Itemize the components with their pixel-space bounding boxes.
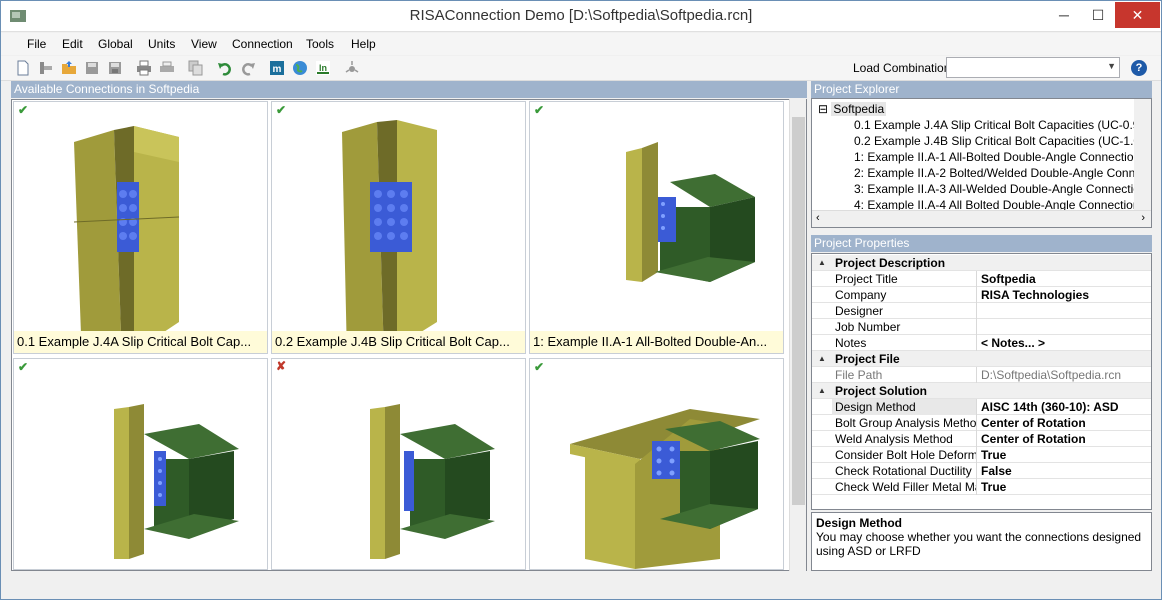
description-text: You may choose whether you want the conn…: [816, 530, 1142, 558]
maximize-button[interactable]: ☐: [1081, 2, 1115, 28]
project-properties-grid: ▲ Project Description Project Title Softpe…: [811, 253, 1152, 510]
connections-scrollbar[interactable]: [789, 99, 806, 571]
collapse-triangle-icon[interactable]: ▲: [818, 351, 826, 367]
menu-connection[interactable]: Connection: [232, 37, 293, 51]
connection-preview-image: [370, 404, 495, 559]
solve-icon[interactable]: [344, 60, 360, 76]
print-preview-icon[interactable]: [159, 60, 175, 76]
menu-view[interactable]: View: [191, 37, 217, 51]
menu-help[interactable]: Help: [351, 37, 376, 51]
collapse-triangle-icon[interactable]: ▲: [818, 255, 826, 271]
connection-preview-image: [342, 120, 437, 332]
scrollbar-thumb[interactable]: [792, 117, 805, 505]
member-icon[interactable]: m: [269, 60, 285, 76]
property-row: File Path D:\Softpedia\Softpedia.rcn: [812, 367, 1151, 383]
property-row[interactable]: Job Number: [812, 319, 1151, 335]
section-project-solution[interactable]: ▲ Project Solution: [812, 383, 1151, 399]
tree-item[interactable]: 3: Example II.A-3 All-Welded Double-Angl…: [854, 181, 1151, 197]
tree-item[interactable]: 2: Example II.A-2 Bolted/Welded Double-A…: [854, 165, 1151, 181]
scroll-left-icon[interactable]: ‹: [816, 212, 820, 224]
property-row[interactable]: Company RISA Technologies: [812, 287, 1151, 303]
tree-root-label: Softpedia: [831, 102, 887, 116]
connections-grid: ✔ 0.1 Example J.4A Slip Critical Bolt Ca…: [11, 99, 807, 571]
globe-icon[interactable]: [292, 60, 308, 76]
connection-preview-image: [626, 142, 755, 282]
connection-tile-5[interactable]: ✘: [271, 358, 526, 570]
menu-tools[interactable]: Tools: [306, 37, 334, 51]
menu-file[interactable]: File: [27, 37, 46, 51]
open-folder-icon[interactable]: [61, 60, 77, 76]
save-as-icon[interactable]: [107, 60, 123, 76]
explorer-vertical-scrollbar[interactable]: [1134, 99, 1151, 211]
property-row[interactable]: Check Weld Filler Metal Mat True: [812, 479, 1151, 495]
connection-tile-2[interactable]: ✔ 0.2 Example J.4B Slip Critical Bolt Ca…: [271, 101, 526, 354]
load-combination-select[interactable]: ▼: [946, 57, 1120, 78]
menu-bar: File Edit Global Units View Connection T…: [1, 33, 1161, 55]
property-row[interactable]: Designer: [812, 303, 1151, 319]
tile-caption: 0.2 Example J.4B Slip Critical Bolt Cap.…: [272, 331, 525, 353]
scroll-right-icon[interactable]: ›: [1141, 212, 1145, 224]
svg-text:m: m: [273, 64, 282, 75]
connections-panel-title: Available Connections in Softpedia: [11, 81, 807, 98]
properties-panel-title: Project Properties: [811, 235, 1152, 252]
close-button[interactable]: ✕: [1115, 2, 1160, 28]
tree-item[interactable]: 0.2 Example J.4B Slip Critical Bolt Capa…: [854, 133, 1151, 149]
section-project-file[interactable]: ▲ Project File: [812, 351, 1151, 367]
check-icon: ✔: [276, 103, 287, 117]
tile-caption: 1: Example II.A-1 All-Bolted Double-An..…: [530, 331, 783, 353]
property-row[interactable]: Check Rotational Ductility False: [812, 463, 1151, 479]
load-combination-label: Load Combination:: [853, 61, 954, 75]
collapse-triangle-icon[interactable]: ▲: [818, 383, 826, 399]
check-icon: ✔: [18, 360, 29, 374]
explorer-horizontal-scrollbar[interactable]: ‹ ›: [812, 210, 1151, 227]
property-row[interactable]: Consider Bolt Hole Deformat True: [812, 447, 1151, 463]
help-icon[interactable]: ?: [1131, 60, 1147, 76]
connection-preview-image: [73, 126, 180, 332]
check-icon: ✔: [18, 103, 29, 117]
new-file-icon[interactable]: [15, 60, 31, 76]
tree-item[interactable]: 0.1 Example J.4A Slip Critical Bolt Capa…: [854, 117, 1151, 133]
project-explorer-tree: ⊟ Softpedia 0.1 Example J.4A Slip Critic…: [811, 98, 1152, 228]
collapse-icon[interactable]: ⊟: [818, 102, 828, 116]
status-bar: [1, 577, 1161, 599]
report-icon[interactable]: ln: [315, 60, 331, 76]
check-icon: ✔: [534, 360, 545, 374]
property-row[interactable]: Notes < Notes... >: [812, 335, 1151, 351]
connection-tile-1[interactable]: ✔ 0.1 Example J.4A Slip Critical Bolt Ca…: [13, 101, 268, 354]
title-bar: RISAConnection Demo [D:\Softpedia\Softpe…: [1, 1, 1161, 32]
menu-global[interactable]: Global: [98, 37, 133, 51]
connection-preview-image: [570, 409, 760, 569]
connection-tile-4[interactable]: ✔: [13, 358, 268, 570]
menu-edit[interactable]: Edit: [62, 37, 83, 51]
section-project-description[interactable]: ▲ Project Description: [812, 255, 1151, 271]
save-icon[interactable]: [84, 60, 100, 76]
connection-tile-3[interactable]: ✔ 1: Example II.A-1 All-Bolted Double-An…: [529, 101, 784, 354]
tile-caption: 0.1 Example J.4A Slip Critical Bolt Cap.…: [14, 331, 267, 353]
minimize-button[interactable]: ─: [1047, 2, 1081, 28]
chevron-down-icon: ▼: [1107, 61, 1116, 71]
check-icon: ✔: [534, 103, 545, 117]
undo-icon[interactable]: [217, 60, 233, 76]
tree-root[interactable]: ⊟ Softpedia: [818, 101, 887, 117]
connection-preview-image: [114, 404, 239, 559]
menu-units[interactable]: Units: [148, 37, 175, 51]
property-description: Design Method You may choose whether you…: [811, 512, 1152, 571]
new-connection-icon[interactable]: [38, 60, 54, 76]
tree-item[interactable]: 1: Example II.A-1 All-Bolted Double-Angl…: [854, 149, 1148, 165]
cross-icon: ✘: [276, 359, 287, 373]
app-window: RISAConnection Demo [D:\Softpedia\Softpe…: [0, 0, 1162, 600]
connection-tile-6[interactable]: ✔: [529, 358, 784, 570]
property-row[interactable]: Bolt Group Analysis Method Center of Rota…: [812, 415, 1151, 431]
svg-text:ln: ln: [319, 63, 327, 73]
explorer-panel-title: Project Explorer: [811, 81, 1152, 98]
redo-icon[interactable]: [240, 60, 256, 76]
property-row[interactable]: Weld Analysis Method Center of Rotation: [812, 431, 1151, 447]
property-row[interactable]: Design Method AISC 14th (360-10): ASD: [812, 399, 1151, 415]
window-title: RISAConnection Demo [D:\Softpedia\Softpe…: [409, 7, 753, 24]
description-title: Design Method: [816, 516, 902, 530]
print-icon[interactable]: [136, 60, 152, 76]
copy-icon[interactable]: [188, 60, 204, 76]
property-row[interactable]: Project Title Softpedia: [812, 271, 1151, 287]
